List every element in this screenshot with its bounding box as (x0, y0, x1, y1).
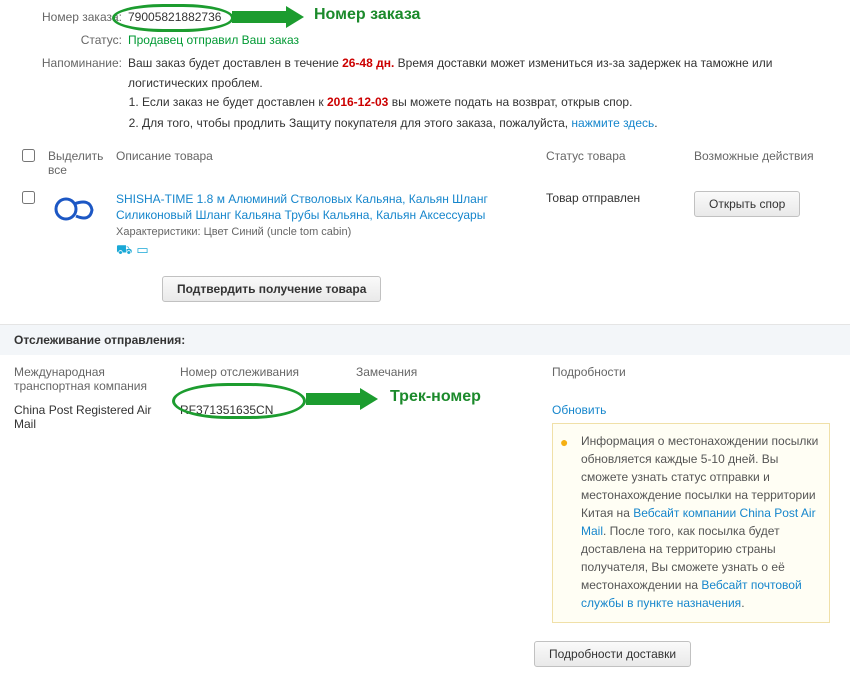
table-row: SHISHA-TIME 1.8 м Алюминий Стволовых Кал… (12, 185, 838, 269)
row-checkbox[interactable] (22, 191, 35, 204)
refresh-link[interactable]: Обновить (552, 403, 606, 417)
tracking-col-details: Подробности (552, 361, 836, 399)
product-characteristics: Характеристики: Цвет Синий (uncle tom ca… (116, 226, 538, 238)
delivery-details-button[interactable]: Подробности доставки (534, 641, 691, 667)
order-number-value: 79005821882736 (128, 10, 221, 24)
order-number-label: Номер заказа: (12, 8, 128, 27)
product-link[interactable]: SHISHA-TIME 1.8 м Алюминий Стволовых Кал… (116, 191, 538, 223)
select-all-checkbox[interactable] (22, 149, 35, 162)
col-actions: Возможные действия (690, 143, 838, 185)
card-icon: ▭ (136, 242, 148, 257)
product-mini-icons: ⛟▭ (116, 242, 538, 260)
tracking-col-remarks: Замечания (356, 361, 552, 399)
tracking-remark (356, 399, 552, 629)
col-status: Статус товара (542, 143, 690, 185)
lightbulb-icon: ● (560, 432, 568, 453)
deadline-date: 2016-12-03 (327, 95, 388, 109)
product-thumbnail[interactable] (48, 191, 96, 227)
tracking-details-box: ● Информация о местонахождении посылки о… (552, 423, 830, 623)
reminder-line1: Если заказ не будет доставлен к 2016-12-… (142, 93, 838, 112)
reminder-block: Ваш заказ будет доставлен в течение 26-4… (128, 54, 838, 135)
status-value: Продавец отправил Ваш заказ (128, 33, 299, 47)
tracking-col-number: Номер отслеживания (180, 361, 356, 399)
col-description: Описание товара (112, 143, 542, 185)
open-dispute-button[interactable]: Открыть спор (694, 191, 800, 217)
reminder-days: 26-48 дн. (342, 56, 394, 70)
extend-protection-link[interactable]: нажмите здесь (571, 116, 654, 130)
reminder-line2: Для того, чтобы продлить Защиту покупате… (142, 114, 838, 133)
tracking-col-carrier: Международная транспортная компания (14, 361, 180, 399)
status-label: Статус: (12, 31, 128, 50)
col-select-all: Выделить все (44, 143, 112, 185)
carrier-name: China Post Registered Air Mail (14, 399, 180, 629)
tracking-section-title: Отслеживание отправления: (0, 325, 850, 355)
items-table: Выделить все Описание товара Статус това… (12, 143, 838, 269)
confirm-receipt-button[interactable]: Подтвердить получение товара (162, 276, 381, 302)
reminder-label: Напоминание: (12, 54, 128, 73)
truck-icon: ⛟ (116, 242, 132, 257)
item-status: Товар отправлен (542, 185, 690, 269)
reminder-prefix: Ваш заказ будет доставлен в течение (128, 56, 342, 70)
tracking-number: RF371351635CN (180, 399, 356, 629)
